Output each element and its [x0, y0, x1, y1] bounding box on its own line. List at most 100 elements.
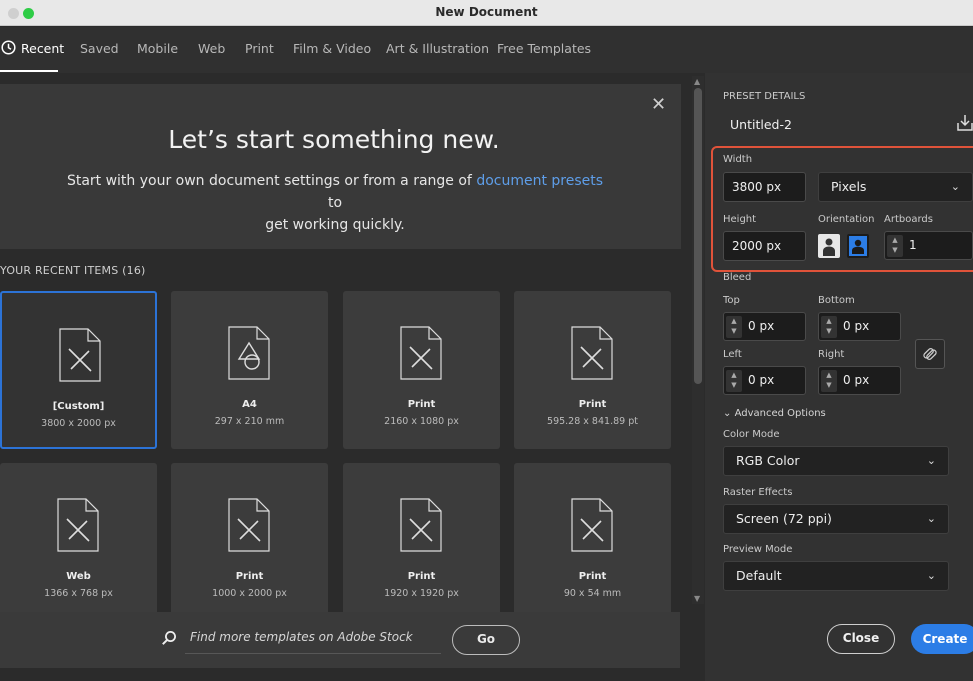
create-button[interactable]: Create	[911, 624, 973, 654]
recent-item-card[interactable]: Web 1366 x 768 px	[0, 463, 157, 621]
stepper-arrows-icon[interactable]: ▲ ▼	[726, 370, 742, 392]
color-mode-select[interactable]: RGB Color ⌄	[723, 446, 949, 476]
tab-saved[interactable]: Saved	[80, 41, 119, 56]
recent-item-card[interactable]: Print 90 x 54 mm	[514, 463, 671, 621]
recent-item-card[interactable]: [Custom] 3800 x 2000 px	[0, 291, 157, 449]
tab-film-video[interactable]: Film & Video	[293, 41, 371, 56]
recent-item-card[interactable]: Print 2160 x 1080 px	[343, 291, 500, 449]
stepper-arrows-icon[interactable]: ▲ ▼	[821, 316, 837, 338]
tab-art-illustration[interactable]: Art & Illustration	[386, 41, 489, 56]
tab-web[interactable]: Web	[198, 41, 225, 56]
recent-items-label: YOUR RECENT ITEMS	[0, 264, 119, 277]
recent-item-card[interactable]: Print 1920 x 1920 px	[343, 463, 500, 621]
stepper-arrows-icon[interactable]: ▲ ▼	[726, 316, 742, 338]
color-mode-label: Color Mode	[723, 429, 780, 440]
item-size: 1366 x 768 px	[44, 588, 113, 599]
recent-items-count: (16)	[122, 264, 146, 277]
item-name: Print	[578, 571, 607, 582]
bleed-right-stepper[interactable]: ▲ ▼ 0 px	[818, 366, 901, 395]
document-name-field[interactable]: Untitled-2	[730, 117, 792, 132]
preview-mode-label: Preview Mode	[723, 544, 793, 555]
bleed-bottom-label: Bottom	[818, 295, 855, 306]
close-banner-icon[interactable]: ✕	[651, 94, 666, 115]
save-preset-icon[interactable]	[957, 114, 973, 132]
raster-effects-value: Screen (72 ppi)	[736, 511, 832, 526]
item-size: 1000 x 2000 px	[212, 588, 287, 599]
document-pencil-icon	[399, 325, 443, 381]
welcome-text-line2: get working quickly.	[265, 217, 405, 233]
item-size: 297 x 210 mm	[214, 416, 285, 427]
category-tabs: Recent Saved Mobile Web Print Film & Vid…	[0, 27, 973, 73]
search-underline	[185, 653, 441, 654]
scroll-down-arrow-icon[interactable]: ▼	[694, 594, 700, 603]
search-icon	[161, 630, 177, 646]
bleed-left-stepper[interactable]: ▲ ▼ 0 px	[723, 366, 806, 395]
item-size: 2160 x 1080 px	[384, 416, 459, 427]
bleed-top-label: Top	[723, 295, 740, 306]
advanced-options-toggle[interactable]: ⌄ Advanced Options	[723, 408, 826, 419]
scroll-up-arrow-icon[interactable]: ▲	[694, 77, 700, 86]
chevron-down-icon: ⌄	[926, 454, 936, 467]
chevron-down-icon: ⌄	[926, 569, 936, 582]
bleed-right-label: Right	[818, 349, 845, 360]
document-pencil-icon	[56, 497, 100, 553]
preset-details-heading: PRESET DETAILS	[723, 91, 806, 102]
recent-item-card[interactable]: A4 297 x 210 mm	[171, 291, 328, 449]
bleed-top-stepper[interactable]: ▲ ▼ 0 px	[723, 312, 806, 341]
document-pencil-icon	[58, 327, 102, 383]
chevron-down-icon: ⌄	[926, 512, 936, 525]
bleed-left-label: Left	[723, 349, 742, 360]
title-bar: New Document	[0, 0, 973, 26]
bleed-left-value: 0 px	[748, 373, 775, 387]
item-name: Print	[578, 399, 607, 410]
item-name: Print	[407, 399, 436, 410]
recent-item-card[interactable]: Print 1000 x 2000 px	[171, 463, 328, 621]
item-size: 3800 x 2000 px	[41, 418, 116, 429]
clock-icon	[1, 40, 16, 55]
preview-mode-select[interactable]: Default ⌄	[723, 561, 949, 591]
item-size: 1920 x 1920 px	[384, 588, 459, 599]
chevron-down-icon: ⌄	[723, 408, 732, 419]
stock-search-input[interactable]: Find more templates on Adobe Stock	[190, 630, 413, 644]
welcome-title: Let’s start something new.	[168, 125, 500, 154]
bleed-label: Bleed	[723, 272, 752, 283]
item-name: Web	[66, 571, 91, 582]
document-pencil-icon	[399, 497, 443, 553]
tab-free-templates[interactable]: Free Templates	[497, 41, 591, 56]
stepper-arrows-icon[interactable]: ▲ ▼	[821, 370, 837, 392]
advanced-options-label: Advanced Options	[734, 408, 826, 419]
shapes-document-icon	[227, 325, 271, 381]
tab-recent[interactable]: Recent	[21, 41, 64, 56]
tab-mobile[interactable]: Mobile	[137, 41, 178, 56]
item-name: Print	[407, 571, 436, 582]
active-tab-indicator	[0, 70, 58, 72]
raster-effects-select[interactable]: Screen (72 ppi) ⌄	[723, 504, 949, 534]
window-title: New Document	[435, 5, 538, 19]
highlight-box	[711, 146, 973, 272]
new-document-dialog: New Document Recent Saved Mobile Web Pri…	[0, 0, 973, 681]
bleed-right-value: 0 px	[843, 373, 870, 387]
scrollbar-thumb[interactable]	[694, 88, 702, 384]
welcome-text: Start with your own document settings or…	[60, 170, 610, 236]
tab-print[interactable]: Print	[245, 41, 274, 56]
item-name: [Custom]	[52, 401, 105, 412]
document-presets-link[interactable]: document presets	[476, 173, 603, 189]
item-name: A4	[242, 399, 257, 410]
document-pencil-icon	[570, 497, 614, 553]
recent-items-heading: YOUR RECENT ITEMS (16)	[0, 264, 146, 277]
bleed-bottom-value: 0 px	[843, 319, 870, 333]
welcome-text-suffix: to	[327, 195, 343, 211]
item-size: 595.28 x 841.89 pt	[547, 416, 638, 427]
welcome-text-prefix: Start with your own document settings or…	[66, 173, 472, 189]
bleed-bottom-stepper[interactable]: ▲ ▼ 0 px	[818, 312, 901, 341]
close-button[interactable]: Close	[827, 624, 895, 654]
raster-effects-label: Raster Effects	[723, 487, 793, 498]
preview-mode-value: Default	[736, 568, 782, 583]
color-mode-value: RGB Color	[736, 453, 800, 468]
item-name: Print	[235, 571, 264, 582]
link-bleed-icon[interactable]	[915, 339, 945, 369]
document-pencil-icon	[227, 497, 271, 553]
go-button[interactable]: Go	[452, 625, 520, 655]
recent-item-card[interactable]: Print 595.28 x 841.89 pt	[514, 291, 671, 449]
bleed-top-value: 0 px	[748, 319, 775, 333]
